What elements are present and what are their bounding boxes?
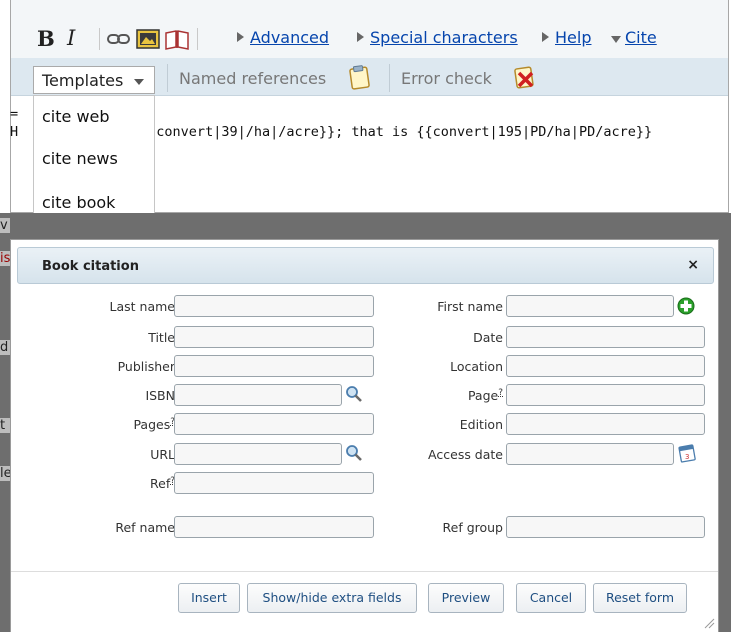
- special-chars-link[interactable]: Special characters: [370, 28, 518, 47]
- edition-input[interactable]: [506, 413, 705, 435]
- location-input[interactable]: [506, 355, 705, 377]
- menu-item-cite-web[interactable]: cite web: [42, 107, 110, 126]
- advanced-expand-icon: [237, 32, 244, 42]
- error-check-icon[interactable]: [512, 64, 538, 90]
- help-link[interactable]: Help: [555, 28, 591, 47]
- help-tooltip-marker[interactable]: ?: [498, 388, 503, 398]
- main-toolbar: B I Advanced Special characters Help Cit…: [11, 0, 728, 59]
- insert-button[interactable]: Insert: [178, 583, 240, 613]
- background-text: v: [0, 218, 10, 233]
- background-text: le: [0, 466, 10, 481]
- date-input[interactable]: [506, 326, 705, 348]
- reset-form-button[interactable]: Reset form: [593, 583, 687, 613]
- background-text: t: [0, 418, 10, 433]
- italic-button[interactable]: I: [67, 26, 75, 50]
- ref-name-input[interactable]: [174, 516, 374, 538]
- help-expand-icon: [542, 32, 549, 42]
- cite-collapse-icon: [611, 36, 621, 43]
- url-input[interactable]: [174, 443, 342, 465]
- field-label-location: Location: [450, 359, 503, 374]
- toolbar-separator: [389, 64, 390, 92]
- toolbar-separator: [197, 28, 198, 50]
- field-label-ref: Ref?: [150, 476, 175, 492]
- advanced-link[interactable]: Advanced: [250, 28, 329, 47]
- templates-dropdown-label: Templates: [42, 71, 124, 90]
- editor-panel: B I Advanced Special characters Help Cit…: [10, 0, 729, 213]
- title-input[interactable]: [174, 326, 374, 348]
- field-label-edition: Edition: [459, 417, 503, 432]
- pages-input[interactable]: [174, 413, 374, 435]
- field-label-pages: Pages?: [133, 417, 175, 433]
- publisher-input[interactable]: [174, 355, 374, 377]
- book-icon[interactable]: [164, 28, 190, 50]
- close-button[interactable]: ×: [687, 257, 699, 273]
- menu-item-cite-news[interactable]: cite news: [42, 149, 118, 168]
- field-label-publisher: Publisher: [117, 359, 175, 374]
- field-label-ref-group: Ref group: [442, 520, 504, 535]
- field-label-title: Title: [148, 330, 175, 345]
- field-label-ref-name: Ref name: [115, 520, 175, 535]
- dialog-title: Book citation: [42, 259, 139, 274]
- svg-text:3: 3: [685, 453, 689, 461]
- background-text: is: [0, 251, 10, 266]
- last-name-input[interactable]: [174, 295, 374, 317]
- field-label-date: Date: [473, 330, 503, 345]
- toolbar-separator: [99, 28, 100, 50]
- dialog-button-bar: Insert Show/hide extra fields Preview Ca…: [11, 571, 718, 632]
- search-icon[interactable]: [345, 385, 363, 403]
- menu-item-cite-book[interactable]: cite book: [42, 193, 115, 212]
- field-label-isbn: ISBN: [145, 388, 175, 403]
- dialog-titlebar[interactable]: Book citation ×: [17, 247, 714, 284]
- ref-input[interactable]: [174, 472, 374, 494]
- special-chars-expand-icon: [357, 32, 364, 42]
- isbn-input[interactable]: [174, 384, 342, 406]
- link-icon[interactable]: [107, 31, 131, 47]
- toolbar-separator: [167, 64, 168, 92]
- field-label-first-name: First name: [437, 299, 503, 314]
- cancel-button[interactable]: Cancel: [516, 583, 586, 613]
- field-label-last-name: Last name: [109, 299, 175, 314]
- page-input[interactable]: [506, 384, 705, 406]
- image-icon[interactable]: [136, 28, 160, 50]
- access-date-input[interactable]: [506, 443, 674, 465]
- templates-menu: cite web cite news cite book: [33, 95, 155, 213]
- resize-grip-icon[interactable]: [703, 617, 715, 629]
- preview-button[interactable]: Preview: [428, 583, 504, 613]
- ref-group-input[interactable]: [506, 516, 705, 538]
- editor-line: =: [10, 106, 19, 122]
- background-text: d: [0, 340, 10, 355]
- first-name-input[interactable]: [506, 295, 674, 317]
- error-check-button[interactable]: Error check: [401, 69, 492, 88]
- show-hide-extra-fields-button[interactable]: Show/hide extra fields: [247, 583, 417, 613]
- field-label-url: URL: [150, 447, 175, 462]
- field-label-page: Page?: [467, 388, 503, 404]
- named-references-button[interactable]: Named references: [179, 69, 326, 88]
- chevron-down-icon: [134, 79, 144, 85]
- calendar-icon[interactable]: 3: [678, 443, 696, 463]
- search-icon[interactable]: [345, 444, 363, 462]
- bold-button[interactable]: B: [37, 26, 55, 51]
- clipboard-icon[interactable]: [348, 64, 372, 90]
- templates-dropdown[interactable]: Templates: [33, 66, 155, 94]
- cite-link[interactable]: Cite: [625, 28, 657, 47]
- add-author-icon[interactable]: [677, 297, 695, 315]
- book-citation-dialog: Book citation × Last name Title Publishe…: [10, 239, 719, 632]
- field-label-access-date: Access date: [428, 447, 503, 462]
